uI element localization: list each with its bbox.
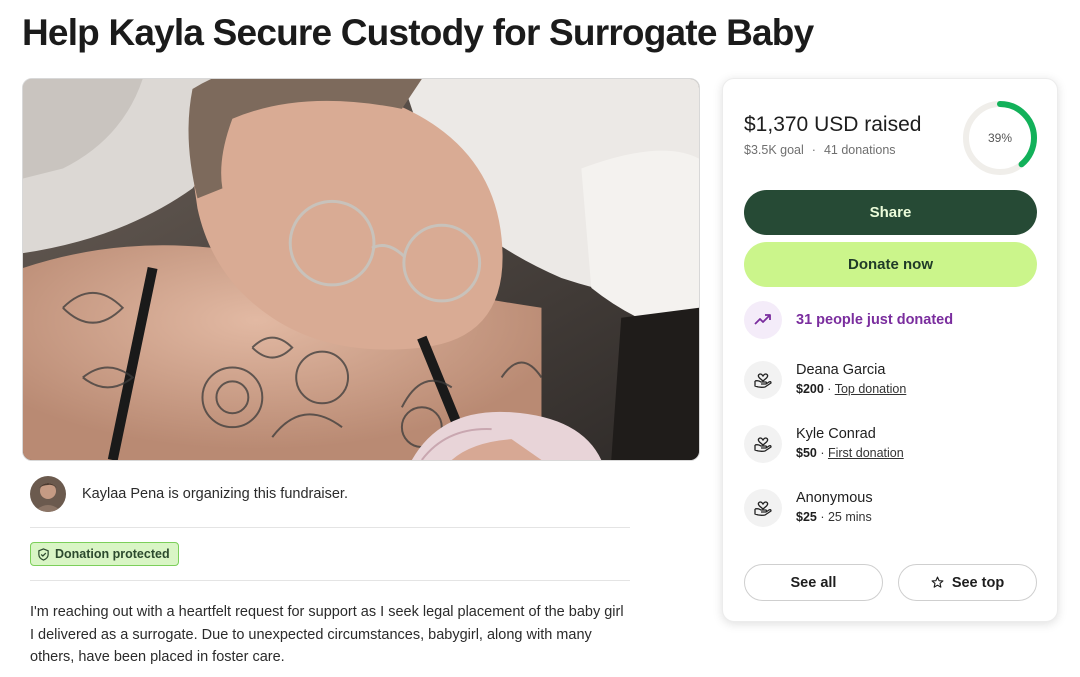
heart-hand-icon: [754, 373, 772, 388]
goal-meta: $3.5K goal · 41 donations: [744, 143, 896, 157]
donation-icon-wrap: [744, 361, 782, 399]
donation-icon-wrap: [744, 425, 782, 463]
donation-separator: ·: [816, 446, 828, 460]
organizer-row: Kaylaa Pena is organizing this fundraise…: [30, 476, 630, 512]
see-all-label: See all: [790, 574, 837, 591]
top-donation-link[interactable]: Top donation: [835, 382, 907, 396]
heart-hand-icon: [754, 501, 772, 516]
donation-time: 25 mins: [827, 510, 872, 524]
amount-raised: $1,370 USD raised: [744, 113, 922, 136]
see-all-button[interactable]: See all: [744, 564, 883, 601]
shield-icon: [38, 547, 49, 561]
campaign-photo: [22, 78, 700, 461]
donation-detail: $50 · First donation: [796, 444, 904, 463]
donation-card: $1,370 USD raised $3.5K goal · 41 donati…: [722, 78, 1058, 622]
donation-protected-badge[interactable]: Donation protected: [30, 542, 179, 566]
donor-name: Deana Garcia: [796, 362, 886, 378]
donation-separator: ·: [816, 510, 828, 524]
goal-text: $3.5K goal: [744, 143, 804, 157]
trend-text: 31 people just donated: [796, 312, 954, 328]
divider: [30, 580, 630, 581]
donation-amount: $25: [796, 510, 817, 524]
recent-donations-trend: 31 people just donated: [744, 301, 953, 339]
donation-detail: $200 · Top donation: [796, 380, 906, 399]
trending-up-icon: [754, 314, 771, 325]
donation-item: Kyle Conrad $50 · First donation: [744, 424, 904, 464]
donations-count: 41 donations: [823, 143, 896, 157]
star-icon: [931, 576, 944, 588]
donation-amount: $50: [796, 446, 817, 460]
heart-hand-icon: [754, 437, 772, 452]
first-donation-link[interactable]: First donation: [828, 446, 904, 460]
share-button[interactable]: Share: [744, 190, 1037, 235]
donation-separator: ·: [823, 382, 835, 396]
donate-now-button[interactable]: Donate now: [744, 242, 1037, 287]
see-top-label: See top: [951, 574, 1005, 591]
progress-label: 39%: [987, 131, 1013, 145]
organizer-text: Kaylaa Pena is organizing this fundraise…: [82, 486, 348, 502]
meta-separator: ·: [811, 143, 816, 157]
see-top-button[interactable]: See top: [898, 564, 1037, 601]
divider: [30, 527, 630, 528]
donation-amount: $200: [796, 382, 824, 396]
donation-item: Anonymous $25 · 25 mins: [744, 488, 873, 528]
donor-name: Anonymous: [796, 490, 873, 506]
donor-name: Kyle Conrad: [796, 426, 876, 442]
avatar[interactable]: [30, 476, 66, 512]
donation-detail: $25 · 25 mins: [796, 508, 873, 527]
badge-label: Donation protected: [55, 547, 170, 561]
donation-item: Deana Garcia $200 · Top donation: [744, 360, 906, 400]
page-title: Help Kayla Secure Custody for Surrogate …: [22, 12, 814, 53]
story-text: I'm reaching out with a heartfelt reques…: [30, 604, 624, 665]
donation-icon-wrap: [744, 489, 782, 527]
trend-icon-wrap: [744, 301, 782, 339]
